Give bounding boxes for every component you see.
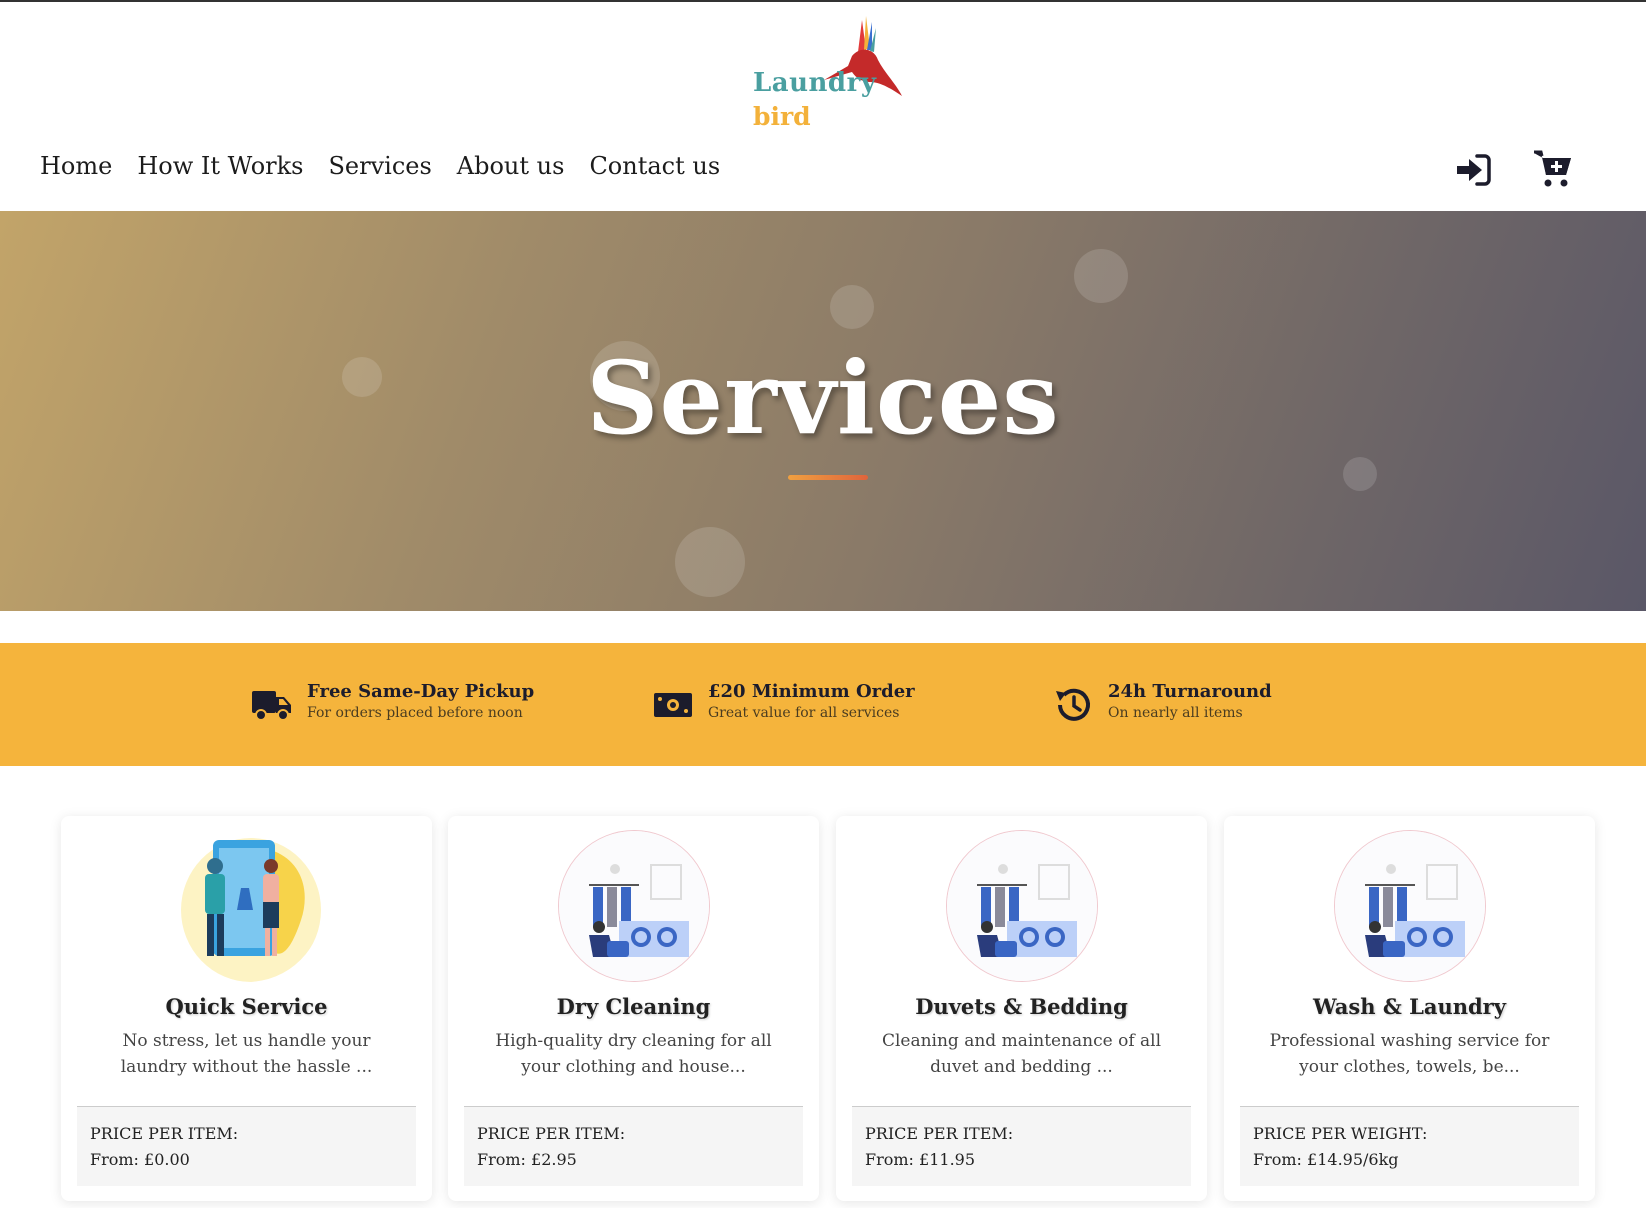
truck-icon (252, 691, 291, 721)
page-title: Services (586, 339, 1060, 457)
price-value: From: £0.00 (90, 1150, 190, 1169)
service-title: Dry Cleaning (556, 994, 711, 1019)
nav-services[interactable]: Services (328, 152, 431, 180)
laundry-room-illustration (558, 830, 710, 982)
main-nav: Home How It Works Services About us Cont… (40, 152, 745, 180)
price-value: From: £14.95/6kg (1253, 1150, 1399, 1169)
service-description: Cleaning and maintenance of all duvet an… (881, 1031, 1162, 1077)
price-box: PRICE PER ITEM: From: £0.00 (77, 1106, 416, 1186)
service-card-wash-laundry[interactable]: Wash & Laundry Professional washing serv… (1224, 816, 1595, 1201)
sign-in-icon[interactable] (1455, 152, 1491, 188)
features-strip: Free Same-Day Pickup For orders placed b… (0, 643, 1646, 766)
feature-pickup: Free Same-Day Pickup For orders placed b… (251, 681, 534, 725)
top-border (0, 0, 1646, 2)
nav-home[interactable]: Home (40, 152, 112, 180)
feature-minimum-order: £20 Minimum Order Great value for all se… (652, 681, 915, 725)
nav-how-it-works[interactable]: How It Works (137, 152, 303, 180)
history-icon (1056, 688, 1090, 721)
price-label: PRICE PER ITEM: (477, 1124, 626, 1143)
service-description: No stress, let us handle your laundry wi… (120, 1031, 373, 1077)
brand-logo[interactable]: Laundry bird (750, 16, 910, 136)
service-title: Wash & Laundry (1313, 994, 1506, 1019)
price-label: PRICE PER WEIGHT: (1253, 1124, 1428, 1143)
feature-title: £20 Minimum Order (708, 681, 915, 702)
logo-word-laundry: Laundry (753, 68, 877, 98)
title-underline (788, 475, 868, 480)
decorative-bubble (1343, 457, 1377, 491)
decorative-bubble (675, 527, 745, 597)
logo-word-bird: bird (753, 102, 811, 131)
feature-subtitle: Great value for all services (708, 705, 900, 721)
price-box: PRICE PER ITEM: From: £11.95 (852, 1106, 1191, 1186)
cart-plus-icon[interactable] (1533, 150, 1573, 188)
price-label: PRICE PER ITEM: (90, 1124, 239, 1143)
service-title: Quick Service (165, 994, 328, 1019)
price-value: From: £11.95 (865, 1150, 976, 1169)
money-bill-icon (654, 693, 692, 717)
price-box: PRICE PER ITEM: From: £2.95 (464, 1106, 803, 1186)
hero-banner: Services (0, 211, 1646, 611)
service-card-quick-service[interactable]: Quick Service No stress, let us handle y… (61, 816, 432, 1201)
price-value: From: £2.95 (477, 1150, 577, 1169)
feature-title: 24h Turnaround (1108, 681, 1272, 702)
service-description: High-quality dry cleaning for all your c… (495, 1031, 772, 1077)
feature-turnaround: 24h Turnaround On nearly all items (1052, 681, 1272, 725)
nav-contact-us[interactable]: Contact us (589, 152, 720, 180)
service-title: Duvets & Bedding (915, 994, 1128, 1019)
delivery-illustration (171, 830, 323, 982)
laundry-room-illustration (1334, 830, 1486, 982)
feature-subtitle: For orders placed before noon (307, 705, 523, 721)
feature-subtitle: On nearly all items (1108, 705, 1243, 721)
service-description: Professional washing service for your cl… (1269, 1031, 1550, 1077)
decorative-bubble (830, 285, 874, 329)
nav-about-us[interactable]: About us (457, 152, 565, 180)
decorative-bubble (1074, 249, 1128, 303)
feature-title: Free Same-Day Pickup (307, 681, 535, 702)
service-card-duvets-bedding[interactable]: Duvets & Bedding Cleaning and maintenanc… (836, 816, 1207, 1201)
laundry-room-illustration (946, 830, 1098, 982)
service-card-dry-cleaning[interactable]: Dry Cleaning High-quality dry cleaning f… (448, 816, 819, 1201)
price-box: PRICE PER WEIGHT: From: £14.95/6kg (1240, 1106, 1579, 1186)
price-label: PRICE PER ITEM: (865, 1124, 1014, 1143)
